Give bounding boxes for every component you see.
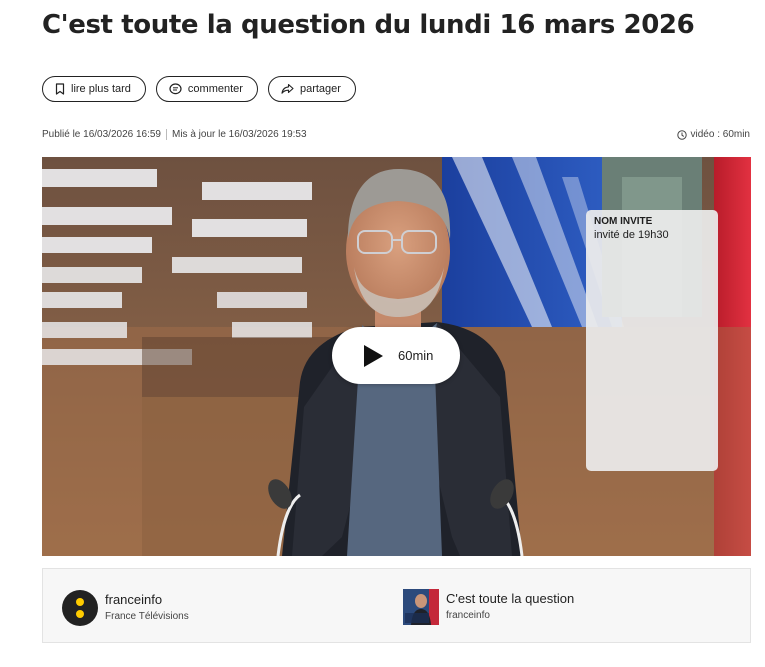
publication-info: Publié le 16/03/2026 16:59 Mis à jour le… [42,129,307,140]
logo-dot [76,598,84,606]
source-name: C'est toute la question [446,591,575,606]
source-show[interactable]: C'est toute la question franceinfo [403,587,574,625]
play-duration-label: 60min [398,348,434,363]
guest-info-card: NOM INVITE invité de 19h30 [586,210,718,471]
read-later-label: lire plus tard [71,83,131,95]
video-player[interactable]: NOM INVITE invité de 19h30 60min [42,157,751,556]
logo-dot [76,610,84,618]
meta-divider [166,129,167,140]
video-duration: vidéo : 60min [676,129,750,140]
page-title: C'est toute la question du lundi 16 mars… [42,10,695,40]
duration-text: vidéo : 60min [690,129,750,140]
show-thumbnail-icon [403,589,439,625]
share-label: partager [299,83,341,95]
share-button[interactable]: partager [267,76,356,102]
comment-label: commenter [187,83,243,95]
comment-icon [169,83,182,95]
source-subtitle: franceinfo [446,610,490,621]
guest-subtitle: invité de 19h30 [594,229,669,241]
franceinfo-logo-icon [62,590,98,626]
share-icon [281,83,294,94]
updated-date: Mis à jour le 16/03/2026 19:53 [172,129,307,140]
source-subtitle: France Télévisions [105,610,189,622]
clock-icon [676,129,687,140]
source-name: franceinfo [105,591,163,607]
bookmark-icon [55,83,65,95]
read-later-button[interactable]: lire plus tard [42,76,146,102]
play-button[interactable]: 60min [332,327,460,384]
source-franceinfo[interactable]: franceinfo France Télévisions [62,587,189,626]
action-bar: lire plus tard commenter partager [42,76,356,102]
guest-name: NOM INVITE [594,216,653,227]
source-bar: franceinfo France Télévisions C'est tout… [42,568,751,643]
play-icon [364,344,383,367]
published-date: Publié le 16/03/2026 16:59 [42,129,161,140]
comment-button[interactable]: commenter [155,76,258,102]
